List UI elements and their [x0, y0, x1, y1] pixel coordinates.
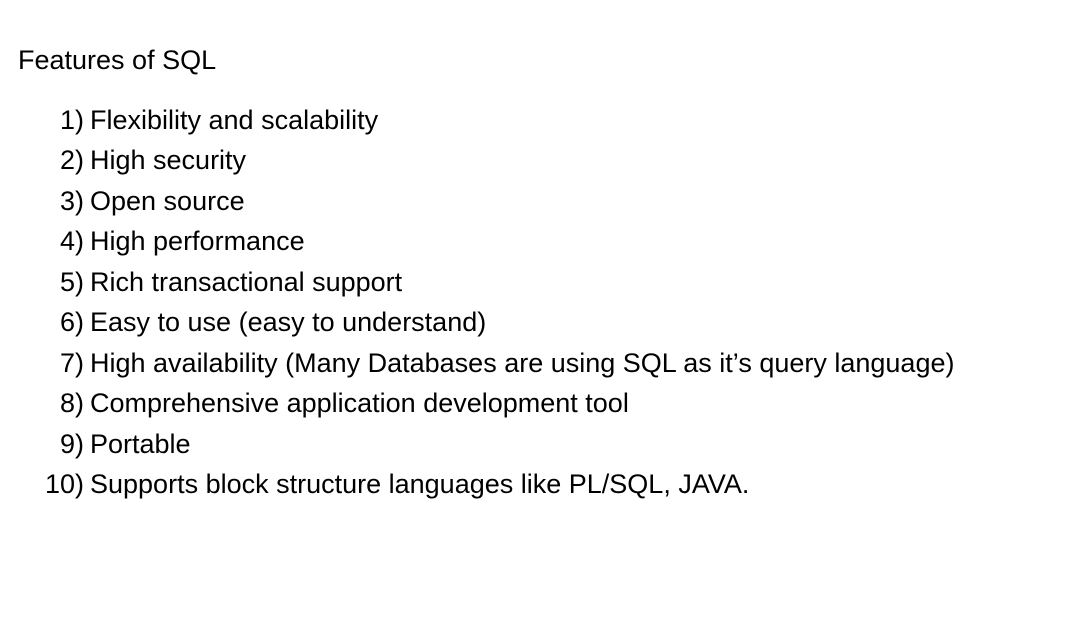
- list-item-text: Rich transactional support: [90, 266, 403, 297]
- list-item-number: 9): [59, 428, 84, 459]
- list-item-number: 5): [59, 266, 84, 297]
- list-item-text: High security: [90, 145, 247, 176]
- list-item: 4) High performance: [0, 222, 954, 263]
- list-item: 1) Flexibility and scalability: [0, 100, 954, 141]
- list-item: 8) Comprehensive application development…: [0, 384, 954, 425]
- list-item-number: 6): [59, 307, 84, 338]
- list-item-number: 4): [59, 226, 84, 257]
- page-title: Features of SQL: [18, 45, 217, 75]
- list-item-number: 7): [59, 347, 84, 378]
- list-item: 10) Supports block structure languages l…: [0, 465, 954, 506]
- list-item-number: 2): [59, 145, 84, 176]
- list-item-text: Comprehensive application development to…: [90, 388, 629, 419]
- list-item-text: Supports block structure languages like …: [90, 469, 750, 500]
- list-item-number: 8): [59, 388, 84, 419]
- list-item-text: Easy to use (easy to understand): [90, 307, 487, 338]
- list-item: 2) High security: [0, 141, 954, 182]
- list-item: 6) Easy to use (easy to understand): [0, 303, 954, 344]
- list-item-text: Flexibility and scalability: [90, 104, 379, 135]
- list-item: 5) Rich transactional support: [0, 262, 954, 303]
- features-list: 1) Flexibility and scalability 2) High s…: [0, 100, 955, 506]
- list-item-text: High availability (Many Databases are us…: [90, 347, 955, 378]
- list-item-text: High performance: [90, 226, 305, 257]
- list-item: 3) Open source: [0, 181, 954, 222]
- list-item: 7) High availability (Many Databases are…: [0, 343, 954, 384]
- list-item-number: 3): [59, 185, 84, 216]
- list-item-text: Portable: [90, 428, 191, 459]
- list-item-number: 10): [44, 469, 84, 500]
- list-item-text: Open source: [90, 185, 245, 216]
- list-item: 9) Portable: [0, 424, 954, 465]
- list-item-number: 1): [59, 104, 84, 135]
- document-page: Features of SQL 1) Flexibility and scala…: [0, 0, 1084, 621]
